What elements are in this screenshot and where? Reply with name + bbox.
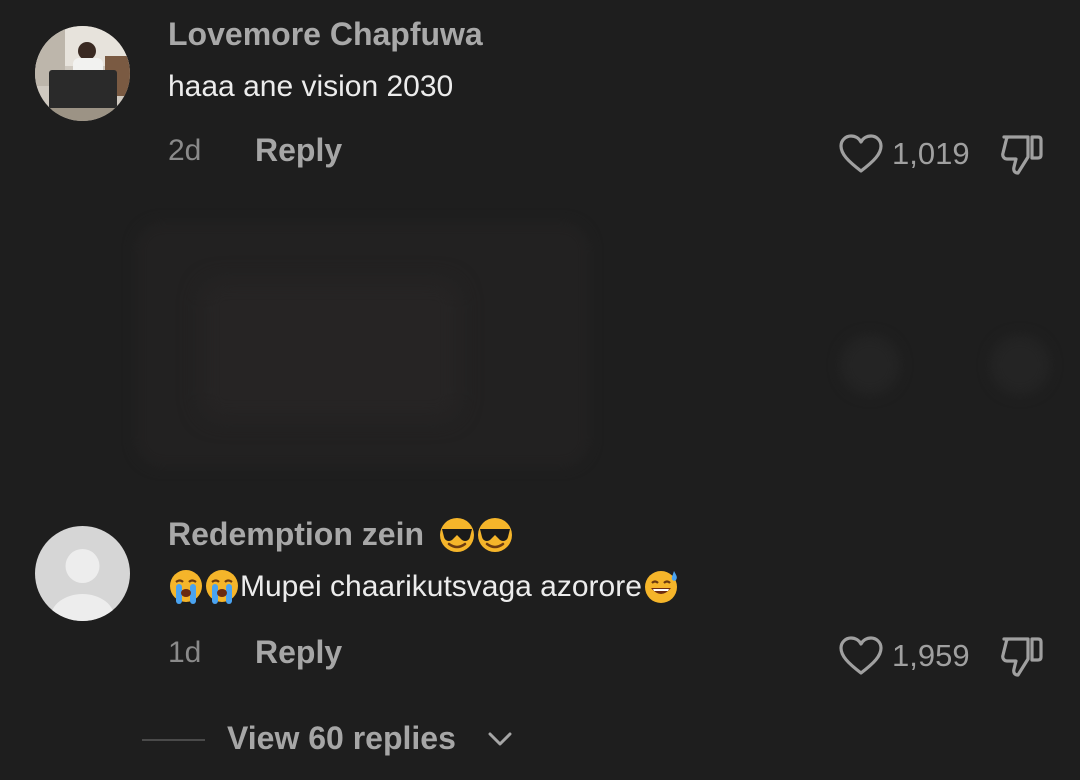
comment-text: haaa ane vision 2030 xyxy=(168,70,454,103)
comments-panel: Lovemore Chapfuwa haaa ane vision 2030 2… xyxy=(0,0,1080,780)
view-replies-row: View 60 replies xyxy=(0,718,1080,768)
like-count: 1,959 xyxy=(892,638,970,673)
thumbs-down-icon xyxy=(1001,637,1043,677)
comment-text: Mupei chaarikutsvaga azorore xyxy=(168,570,680,605)
avatar[interactable] xyxy=(35,26,130,121)
blurred-dislike-icon xyxy=(990,335,1050,395)
thumbs-down-icon xyxy=(1001,135,1043,175)
user-photo-laptop-icon xyxy=(35,26,130,121)
heart-icon xyxy=(839,134,883,173)
blurred-content-detail xyxy=(200,280,460,420)
view-replies-button[interactable]: View 60 replies xyxy=(227,720,456,757)
like-count: 1,019 xyxy=(892,136,970,171)
comment-timestamp: 1d xyxy=(168,636,202,669)
like-button[interactable]: 1,959 xyxy=(838,635,970,677)
comment-timestamp: 2d xyxy=(168,134,202,167)
heart-icon xyxy=(839,636,883,675)
comment-text-body: Mupei chaarikutsvaga azorore xyxy=(240,570,642,603)
reply-button[interactable]: Reply xyxy=(255,132,342,169)
comment-username[interactable]: Redemption zein xyxy=(168,516,515,555)
grinning-face-with-sweat-icon xyxy=(644,571,677,604)
dislike-button[interactable] xyxy=(998,633,1046,684)
default-avatar-icon xyxy=(35,526,130,621)
loudly-crying-face-icon xyxy=(170,570,238,605)
smiling-face-with-sunglasses-icon xyxy=(439,517,512,552)
avatar[interactable] xyxy=(35,526,130,621)
comment-username[interactable]: Lovemore Chapfuwa xyxy=(168,16,483,53)
blurred-like-icon xyxy=(840,335,900,395)
reply-button[interactable]: Reply xyxy=(255,634,342,671)
like-button[interactable]: 1,019 xyxy=(838,133,970,175)
dislike-button[interactable] xyxy=(998,131,1046,182)
comment-username-text: Redemption zein xyxy=(168,516,425,552)
chevron-down-icon[interactable] xyxy=(487,730,513,748)
divider xyxy=(142,739,205,741)
